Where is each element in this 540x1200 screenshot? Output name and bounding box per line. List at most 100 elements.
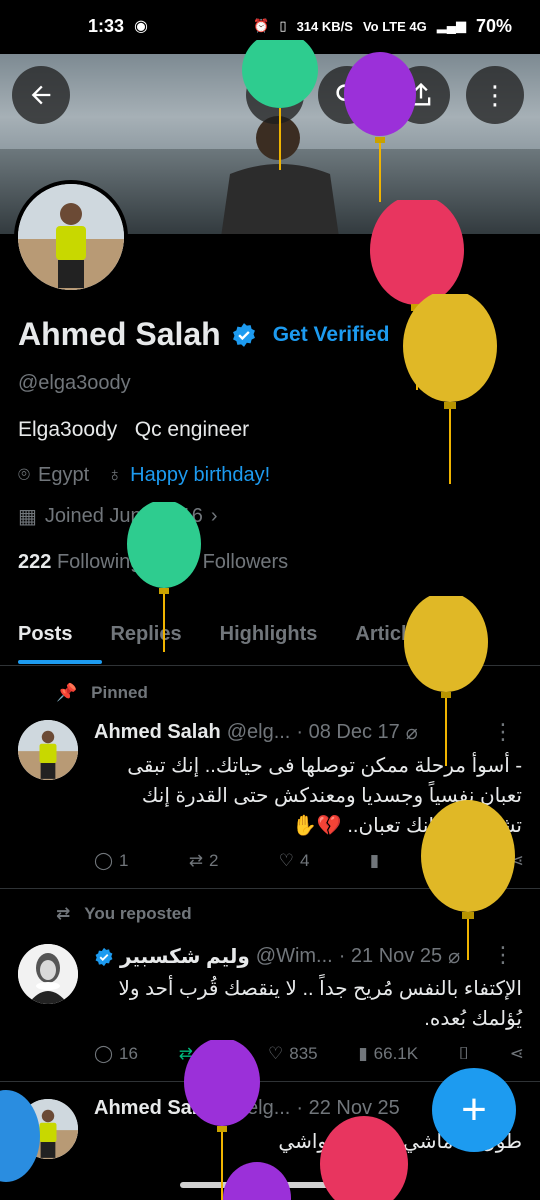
followers-count: 170	[163, 551, 198, 573]
compose-button[interactable]: +	[432, 1068, 516, 1152]
views-icon: ▮	[358, 1044, 368, 1063]
profile-tabs: Posts Replies Highlights Articles M	[0, 604, 540, 666]
post-more-icon[interactable]: ⋮	[492, 719, 514, 745]
shakespeare-portrait	[18, 944, 78, 1004]
profile-location: Egypt	[38, 464, 90, 486]
post-author-handle[interactable]: @elg...	[227, 1097, 291, 1120]
post-header: Ahmed Salah @elg... · 08 Dec 17 ⌀	[94, 720, 418, 745]
post-author-handle[interactable]: @elg...	[227, 721, 291, 744]
reply-icon: ◯	[94, 851, 114, 870]
profile-name-row: Ahmed Salah Get Verified	[18, 316, 389, 353]
signal-label: Vo LTE 4G	[362, 18, 427, 34]
repost-icon: ⇄	[178, 1044, 193, 1063]
post-author-name[interactable]: Ahmed Salah	[94, 1097, 221, 1120]
profile-joined: Joined June 2016	[44, 505, 203, 527]
plus-icon: +	[461, 1085, 487, 1134]
repost-icon: ⇄	[188, 851, 203, 870]
post-author-name[interactable]: Ahmed Salah	[94, 721, 221, 744]
repost-count: 430	[198, 1044, 228, 1063]
post-date: · 08 Dec 17	[296, 721, 400, 743]
post-date: · 21 Nov 25	[338, 945, 443, 967]
more-vertical-icon: ⋮	[482, 80, 508, 110]
share-post-button[interactable]: ⋖	[510, 1044, 524, 1064]
grok-icon[interactable]: ⌀	[448, 944, 460, 969]
search-button[interactable]	[318, 66, 376, 124]
chevron-right-icon: ›	[210, 505, 218, 527]
post-context: 📌 Pinned	[56, 683, 148, 703]
reply-count: 16	[119, 1044, 138, 1063]
balloon-icon: ♁	[107, 464, 123, 486]
get-verified-link[interactable]: Get Verified	[273, 323, 390, 347]
heart-icon: ♡	[278, 851, 294, 870]
bookmark-icon: ⌷	[458, 1044, 470, 1063]
reply-button[interactable]: ◯ 16	[94, 1044, 138, 1064]
reply-button[interactable]: ◯ 1	[94, 851, 129, 871]
views-button[interactable]: ▮ 66.1K	[358, 1044, 418, 1064]
repost-button[interactable]: ⇄ 2	[189, 851, 219, 871]
bookmark-button[interactable]: ⌷	[459, 1044, 469, 1064]
post-more-icon[interactable]: ⋮	[492, 942, 514, 968]
post-header: Ahmed Salah @elg... · 22 Nov 25	[94, 1097, 400, 1120]
signal-icon: ▂▄▆	[436, 18, 466, 33]
bookmark-icon: ⌷	[439, 851, 450, 870]
repost-count: 2	[209, 851, 219, 870]
avatar-photo	[18, 1099, 78, 1159]
grok-button[interactable]	[246, 66, 304, 124]
profile-meta: ⌾ Egypt ♁ Happy birthday!	[18, 464, 270, 487]
verified-badge-icon[interactable]	[231, 322, 257, 348]
tab-media[interactable]: M	[467, 623, 484, 646]
location-icon: ⌾	[18, 464, 30, 486]
views-icon: ▮	[369, 851, 380, 870]
network-speed: 314 KB/S	[296, 18, 353, 34]
whatsapp-icon: ◉	[134, 18, 148, 35]
calendar-icon: ▦	[18, 506, 37, 528]
tab-posts[interactable]: Posts	[18, 623, 72, 646]
profile-name: Ahmed Salah	[18, 316, 221, 352]
share-button[interactable]	[392, 66, 450, 124]
post-avatar[interactable]	[18, 720, 78, 780]
tab-articles[interactable]: Articles	[355, 623, 428, 646]
tab-active-indicator	[18, 660, 102, 664]
profile-joined-row[interactable]: ▦ Joined June 2016 ›	[18, 504, 218, 529]
followers-label: Followers	[202, 551, 289, 573]
back-button[interactable]	[12, 66, 70, 124]
avatar-photo	[18, 184, 124, 290]
profile-bio: Elga3oody Qc engineer	[18, 418, 250, 441]
reply-icon: ◯	[94, 1044, 114, 1063]
post-item[interactable]: 📌 Pinned Ahmed Salah @elg... · 08 Dec 17…	[0, 667, 540, 889]
status-time: 1:33	[88, 15, 125, 36]
share-icon	[411, 82, 431, 106]
profile-handle: @elga3oody	[18, 372, 131, 394]
battery-level: 70%	[475, 15, 512, 36]
home-indicator[interactable]	[180, 1182, 360, 1188]
following-link[interactable]: 222 Following	[18, 551, 141, 573]
birthday-text: Happy birthday!	[130, 464, 271, 486]
bookmark-button[interactable]: ⌷	[439, 851, 449, 871]
repost-button[interactable]: ⇄ 430	[179, 1044, 228, 1064]
post-context-label: Pinned	[91, 683, 148, 702]
post-actions: ◯ 1 ⇄ 2 ♡ 4 ▮ ⌷ ⋖	[94, 851, 524, 871]
post-avatar[interactable]	[18, 1099, 78, 1159]
profile-avatar[interactable]	[14, 180, 128, 294]
followers-link[interactable]: 170 Followers	[164, 551, 289, 573]
vibrate-icon: ▯	[279, 18, 287, 33]
like-button[interactable]: ♡ 835	[268, 1044, 318, 1064]
views-count: 66.1K	[373, 1044, 419, 1063]
following-label: Following	[56, 551, 142, 573]
alarm-icon: ⏰	[253, 18, 270, 33]
grok-icon[interactable]: ⌀	[406, 720, 418, 745]
views-button[interactable]: ▮	[370, 851, 379, 871]
like-button[interactable]: ♡ 4	[279, 851, 310, 871]
tab-highlights[interactable]: Highlights	[220, 623, 318, 646]
post-author-handle[interactable]: @Wim...	[256, 945, 333, 968]
post-date: · 22 Nov 25	[296, 1097, 400, 1119]
post-item[interactable]: ⇄ You reposted وليم شكسبير @Wim... · 21 …	[0, 890, 540, 1082]
tab-replies[interactable]: Replies	[110, 623, 181, 646]
more-button[interactable]: ⋮	[466, 66, 524, 124]
pin-icon: 📌	[56, 683, 78, 702]
post-context-label: You reposted	[84, 904, 192, 923]
post-author-name[interactable]: وليم شكسبير	[120, 944, 250, 969]
share-post-button[interactable]: ⋖	[510, 851, 524, 871]
following-count: 222	[18, 551, 52, 573]
post-avatar[interactable]	[18, 944, 78, 1004]
